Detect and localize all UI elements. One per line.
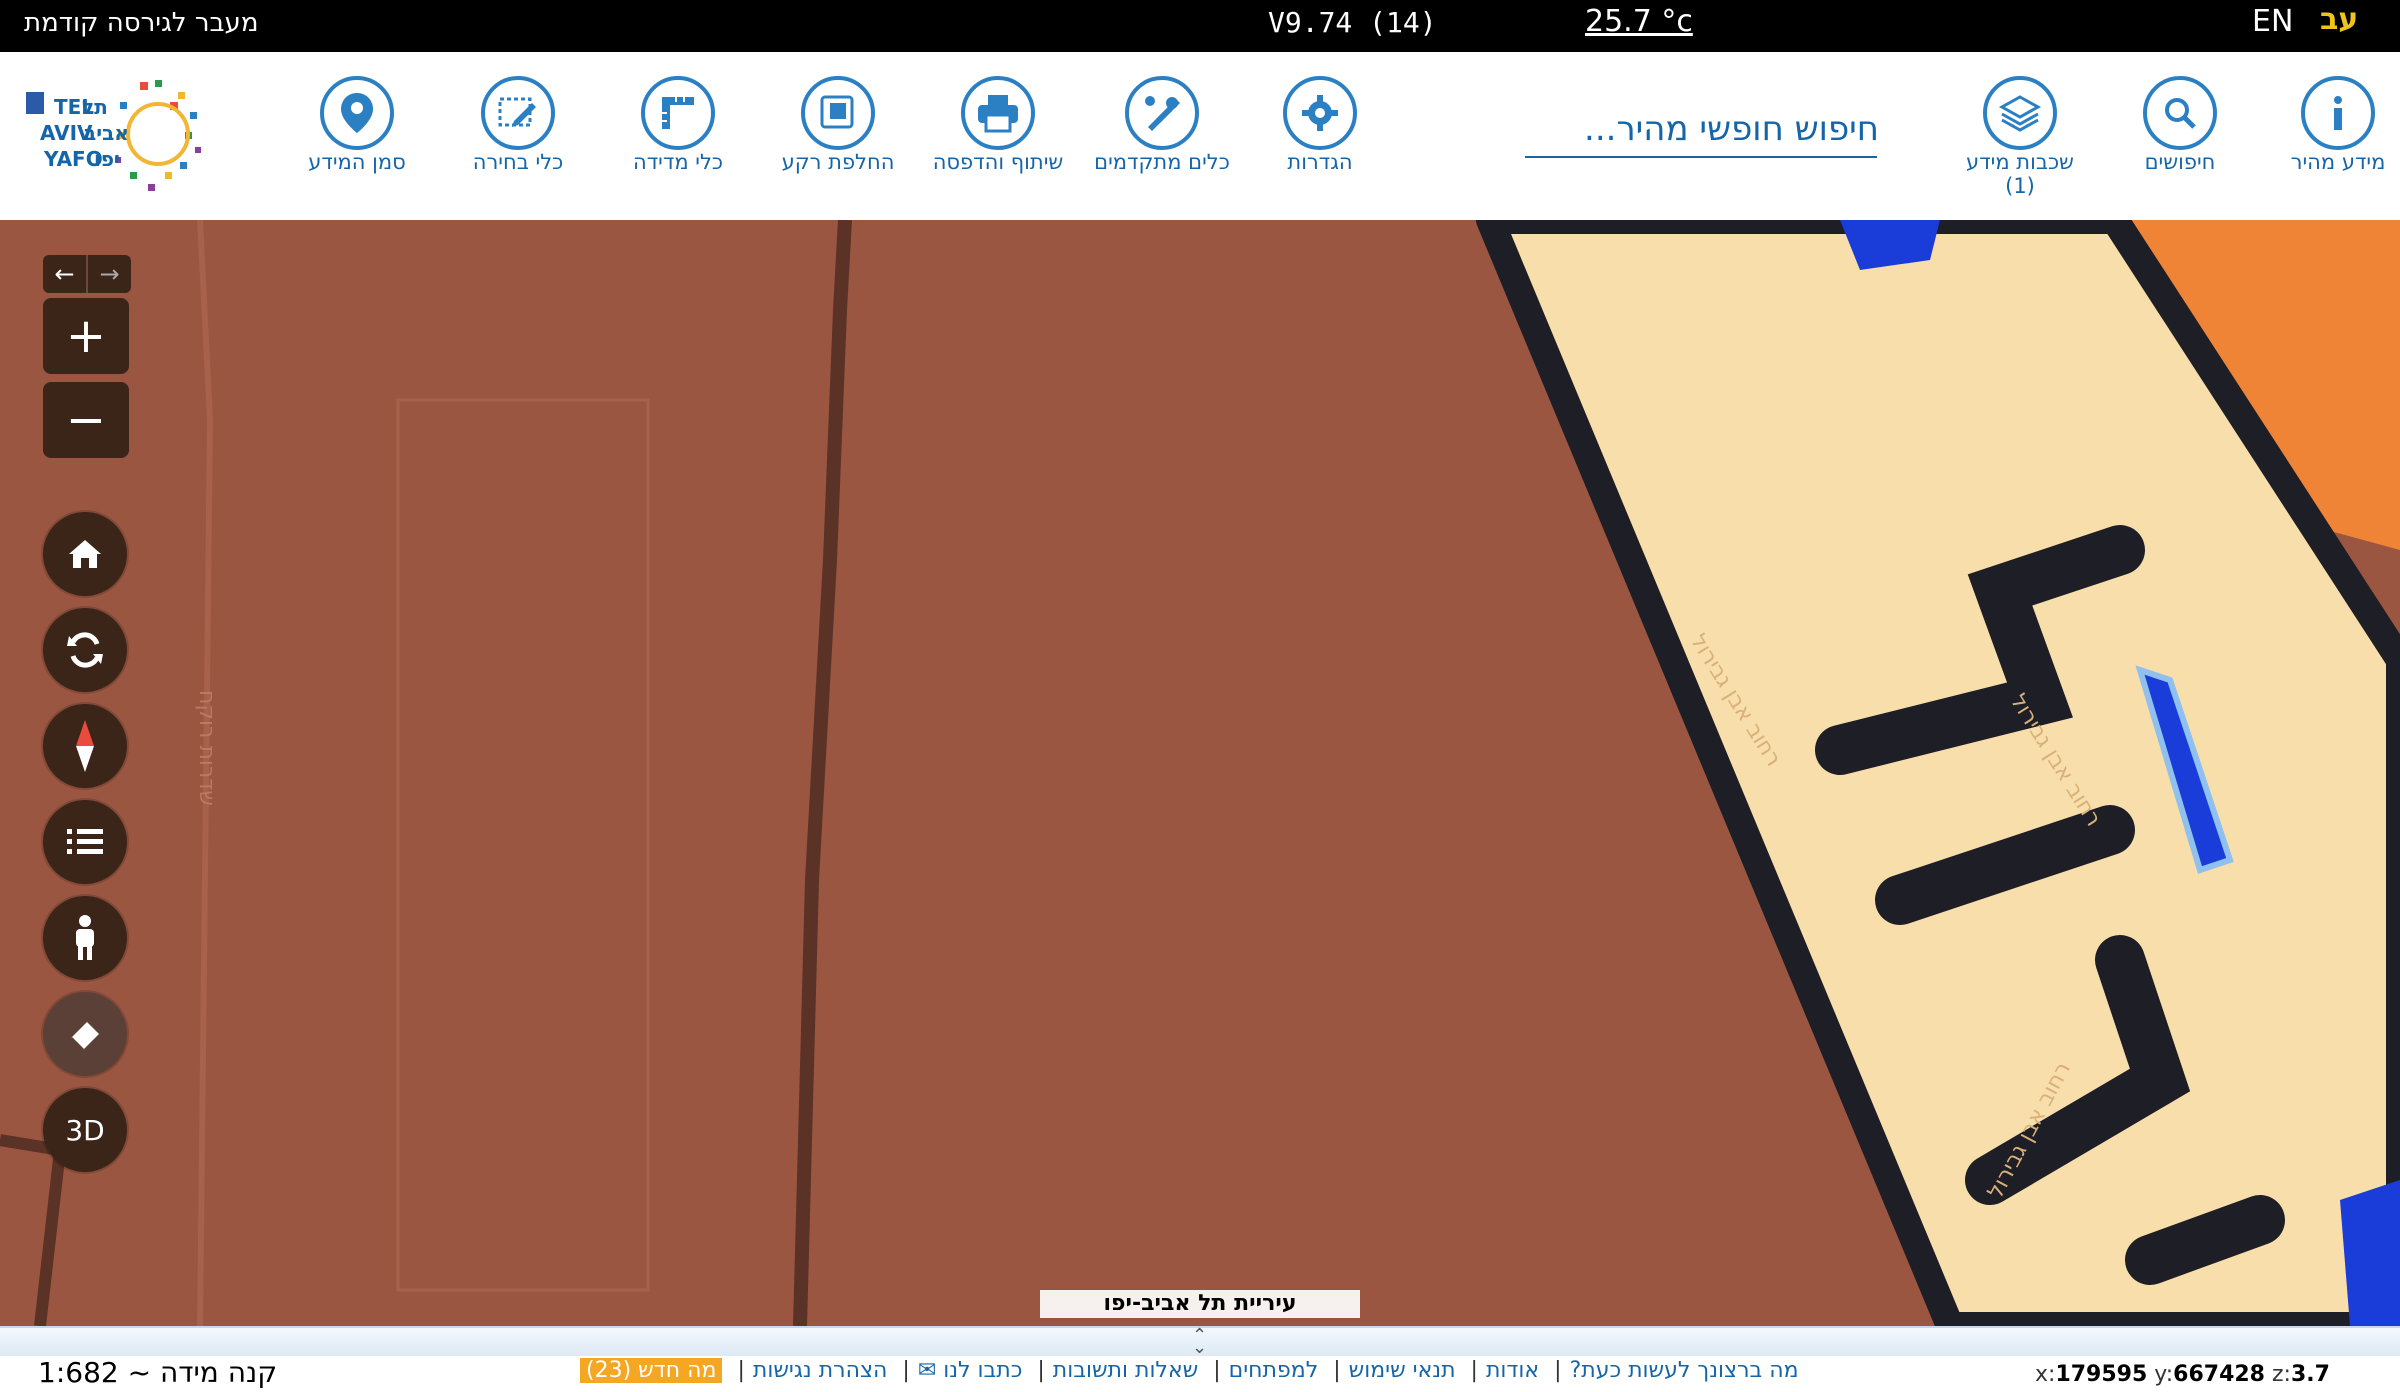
footer-link-developers[interactable]: למפתחים <box>1229 1358 1319 1383</box>
info-layers-count: (1) <box>2005 174 2035 198</box>
zoom-in-button[interactable]: + <box>43 298 129 374</box>
zoom-out-button[interactable]: − <box>43 382 129 458</box>
quick-search <box>1525 100 1881 158</box>
share-print-button[interactable]: שיתוף והדפסה <box>918 76 1078 174</box>
share-print-label: שיתוף והדפסה <box>932 150 1064 174</box>
person-icon <box>76 915 94 960</box>
info-layers-button[interactable]: שכבות מידע (1) <box>1940 76 2100 198</box>
layers-icon <box>1983 76 2057 150</box>
footer-link-faq[interactable]: שאלות ותשובות <box>1053 1358 1198 1383</box>
searches-button[interactable]: חיפושים <box>2100 76 2260 174</box>
layers-copy-icon <box>801 76 875 150</box>
footer-links: מה ברצונך לעשות כעת?| אודות| תנאי שימוש|… <box>580 1358 1799 1383</box>
whats-new-badge[interactable]: מה חדש (23) <box>580 1358 723 1383</box>
info-layers-label: שכבות מידע <box>1966 150 2074 174</box>
tools-icon <box>1125 76 1199 150</box>
logo-emblem-icon: TEL תל AVIV אביב YAFO יפו <box>26 80 201 191</box>
switch-background-button[interactable]: החלפת רקע <box>758 76 918 174</box>
splitter-grip-icon: ⌃ ⌄ <box>1192 1325 1208 1358</box>
quick-info-button[interactable]: מידע מהיר <box>2258 76 2400 174</box>
compass-icon <box>76 720 94 772</box>
map-tiles: שדרות רוקח רחוב אבן גבירול רחוב אבן גביר… <box>0 220 2400 1326</box>
ruler-icon <box>641 76 715 150</box>
footer-link-accessibility[interactable]: הצהרת נגישות <box>753 1358 888 1383</box>
advanced-tools-button[interactable]: כלים מתקדמים <box>1082 76 1242 174</box>
gear-icon <box>1283 76 1357 150</box>
three-d-button[interactable]: 3D <box>43 1088 127 1172</box>
street-view-button[interactable] <box>43 896 127 980</box>
svg-text:יפו: יפו <box>94 147 120 171</box>
printer-icon <box>961 76 1035 150</box>
settings-button[interactable]: הגדרות <box>1240 76 1400 174</box>
scale-label: קנה מידה ~ 1:682 <box>38 1356 278 1389</box>
tel-aviv-logo[interactable]: TEL תל AVIV אביב YAFO יפו <box>20 72 250 202</box>
legend-list-button[interactable] <box>43 800 127 884</box>
temperature-link[interactable]: 25.7 °c <box>1585 4 1693 39</box>
language-he-button[interactable]: עב <box>2320 2 2358 37</box>
version-label: V9.74 (14) <box>1268 6 1437 39</box>
compass-button[interactable] <box>43 704 127 788</box>
map-canvas[interactable]: שדרות רוקח רחוב אבן גבירול רחוב אבן גביר… <box>0 220 2400 1326</box>
measure-tools-label: כלי מדידה <box>632 150 724 174</box>
svg-text:תל: תל <box>82 95 108 119</box>
footer-bar: קנה מידה ~ 1:682 מה ברצונך לעשות כעת?| א… <box>0 1356 2400 1392</box>
eraser-button[interactable] <box>43 992 127 1076</box>
quick-search-input[interactable] <box>1525 100 1881 158</box>
footer-splitter[interactable]: ⌃ ⌄ <box>0 1326 2400 1358</box>
select-tools-label: כלי בחירה <box>472 150 564 174</box>
footer-link-contact[interactable]: כתבו לנו ✉ <box>918 1358 1023 1383</box>
select-tools-button[interactable]: כלי בחירה <box>438 76 598 174</box>
coordinates-readout: x:179595 y:667428 z:3.7 <box>2035 1362 2330 1387</box>
eraser-icon <box>69 1022 99 1052</box>
switch-background-label: החלפת רקע <box>781 150 895 174</box>
main-toolbar: TEL תל AVIV אביב YAFO יפו סמן המידע כלי … <box>0 52 2400 222</box>
home-icon <box>69 540 101 568</box>
select-edit-icon <box>481 76 555 150</box>
refresh-icon <box>67 632 103 668</box>
footer-link-terms[interactable]: תנאי שימוש <box>1349 1358 1456 1383</box>
footer-link-what-to-do[interactable]: מה ברצונך לעשות כעת? <box>1570 1358 1799 1383</box>
home-button[interactable] <box>43 512 127 596</box>
coord-z: 3.7 <box>2290 1362 2330 1387</box>
svg-text:אביב: אביב <box>84 121 129 145</box>
street-label-rokach: שדרות רוקח <box>194 690 219 806</box>
searches-label: חיפושים <box>2144 150 2216 174</box>
measure-tools-button[interactable]: כלי מדידה <box>598 76 758 174</box>
info-icon <box>2301 76 2375 150</box>
settings-label: הגדרות <box>1287 150 1353 174</box>
mark-info-label: סמן המידע <box>308 150 406 174</box>
quick-info-label: מידע מהיר <box>2290 150 2386 174</box>
map-caption: עיריית תל אביב-יפו <box>1040 1290 1360 1318</box>
coord-x: 179595 <box>2055 1362 2148 1387</box>
language-en-button[interactable]: EN <box>2252 4 2293 39</box>
map-pin-icon <box>320 76 394 150</box>
list-icon <box>67 829 103 854</box>
top-bar: מעבר לגירסה קודמת V9.74 (14) 25.7 °c EN … <box>0 0 2400 52</box>
advanced-tools-label: כלים מתקדמים <box>1094 150 1230 174</box>
footer-link-about[interactable]: אודות <box>1486 1358 1539 1383</box>
refresh-button[interactable] <box>43 608 127 692</box>
coord-y: 667428 <box>2173 1362 2265 1387</box>
search-icon <box>2143 76 2217 150</box>
map-history-nav: ← → <box>43 255 131 293</box>
back-arrow-button[interactable]: ← <box>43 255 86 293</box>
mark-info-button[interactable]: סמן המידע <box>277 76 437 174</box>
forward-arrow-button[interactable]: → <box>86 255 131 293</box>
previous-version-link[interactable]: מעבר לגירסה קודמת <box>24 8 258 38</box>
